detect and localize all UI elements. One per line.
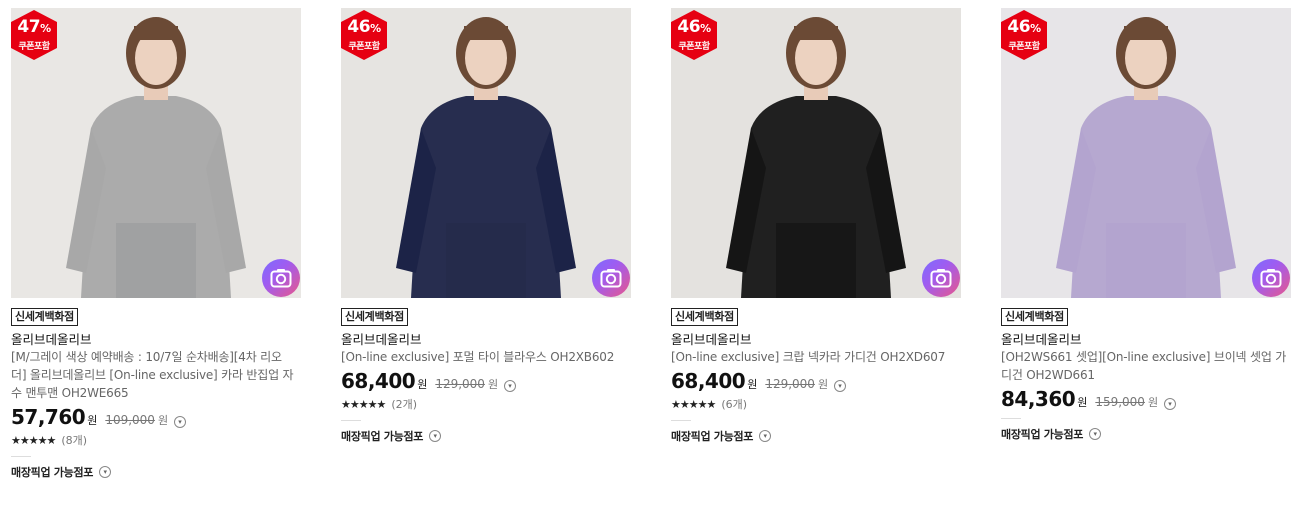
- camera-icon[interactable]: [592, 259, 630, 297]
- chevron-down-icon[interactable]: ▾: [834, 380, 847, 392]
- percent-sign: %: [1030, 22, 1041, 35]
- chevron-down-icon[interactable]: ▾: [1164, 398, 1177, 410]
- camera-icon[interactable]: [1252, 259, 1290, 297]
- product-name[interactable]: [M/그레이 색상 예약배송 : 10/7일 순차배송][4차 리오 더] 올리…: [11, 348, 301, 402]
- discount-badge: 46% 쿠폰포함: [1001, 10, 1047, 60]
- sale-price: 68,400: [341, 369, 416, 393]
- review-count[interactable]: (2개): [391, 396, 417, 412]
- price-row: 68,400 원 129,000 원 ▾: [341, 369, 631, 393]
- product-image[interactable]: 46% 쿠폰포함: [341, 8, 631, 298]
- product-name-line: [On-line exclusive] 크랍 넥카라 가디건 OH2XD607: [671, 350, 946, 364]
- pickup-label: 매장픽업 가능점포: [671, 430, 754, 443]
- coupon-label: 쿠폰포함: [18, 42, 50, 52]
- pickup-label: 매장픽업 가능점포: [11, 466, 94, 479]
- discount-badge: 47% 쿠폰포함: [11, 10, 57, 60]
- product-name-line: 더] 올리브데올리브 [On-line exclusive] 카라 반집업 자: [11, 368, 294, 382]
- rating-row: ★★★★★ (8개): [11, 432, 301, 448]
- currency: 원: [747, 378, 758, 391]
- product-image[interactable]: 46% 쿠폰포함: [671, 8, 961, 298]
- price-row: 84,360 원 159,000 원 ▾: [1001, 387, 1291, 411]
- pickup-label: 매장픽업 가능점포: [1001, 428, 1084, 441]
- discount-badge: 46% 쿠폰포함: [671, 10, 717, 60]
- discount-value: 46: [347, 17, 371, 37]
- brand-name[interactable]: 올리브데올리브: [341, 331, 631, 348]
- price-row: 68,400 원 129,000 원 ▾: [671, 369, 961, 393]
- review-count[interactable]: (6개): [721, 396, 747, 412]
- sale-price: 68,400: [671, 369, 746, 393]
- original-price: 159,000: [1095, 395, 1145, 409]
- divider: [11, 456, 31, 457]
- currency: 원: [157, 414, 169, 427]
- product-name[interactable]: [OH2WS661 셋업][On-line exclusive] 브이넥 셋업 …: [1001, 348, 1291, 384]
- coupon-label: 쿠폰포함: [678, 42, 710, 52]
- percent-sign: %: [40, 22, 51, 35]
- store-pickup[interactable]: 매장픽업 가능점포 ▾: [11, 464, 301, 480]
- product-image[interactable]: 47% 쿠폰포함: [11, 8, 301, 298]
- coupon-label: 쿠폰포함: [1008, 42, 1040, 52]
- currency: 원: [1077, 396, 1088, 409]
- store-badge: 신세계백화점: [341, 308, 408, 326]
- chevron-down-icon[interactable]: ▾: [429, 430, 442, 442]
- product-name-line: [M/그레이 색상 예약배송 : 10/7일 순차배송][4차 리오: [11, 350, 282, 364]
- chevron-down-icon[interactable]: ▾: [759, 430, 772, 442]
- product-card[interactable]: 46% 쿠폰포함 신세계백화점 올리브데올리브 [OH2WS661 셋업][On…: [1001, 8, 1291, 442]
- divider: [341, 420, 361, 421]
- discount-value: 47: [17, 17, 41, 37]
- product-card[interactable]: 47% 쿠폰포함 신세계백화점 올리브데올리브 [M/그레이 색상 예약배송 :…: [11, 8, 301, 480]
- brand-name[interactable]: 올리브데올리브: [1001, 331, 1291, 348]
- price-row: 57,760 원 109,000 원 ▾: [11, 405, 301, 429]
- discount-badge: 46% 쿠폰포함: [341, 10, 387, 60]
- discount-value: 46: [1007, 17, 1031, 37]
- pickup-label: 매장픽업 가능점포: [341, 430, 424, 443]
- review-count[interactable]: (8개): [61, 432, 87, 448]
- discount-value: 46: [677, 17, 701, 37]
- original-price: 109,000: [105, 413, 155, 427]
- currency: 원: [487, 378, 499, 391]
- product-card[interactable]: 46% 쿠폰포함 신세계백화점 올리브데올리브 [On-line exclusi…: [671, 8, 961, 444]
- brand-name[interactable]: 올리브데올리브: [671, 331, 961, 348]
- product-name-line: [On-line exclusive] 포멀 타이 블라우스 OH2XB602: [341, 350, 615, 364]
- rating-row: ★★★★★ (2개): [341, 396, 631, 412]
- brand-name[interactable]: 올리브데올리브: [11, 331, 301, 348]
- percent-sign: %: [700, 22, 711, 35]
- percent-sign: %: [370, 22, 381, 35]
- currency: 원: [817, 378, 829, 391]
- rating-row: ★★★★★ (6개): [671, 396, 961, 412]
- chevron-down-icon[interactable]: ▾: [1089, 428, 1102, 440]
- star-rating: ★★★★★: [671, 397, 716, 411]
- product-card[interactable]: 46% 쿠폰포함 신세계백화점 올리브데올리브 [On-line exclusi…: [341, 8, 631, 444]
- currency: 원: [87, 414, 98, 427]
- divider: [671, 420, 691, 421]
- chevron-down-icon[interactable]: ▾: [174, 416, 187, 428]
- divider: [1001, 418, 1021, 419]
- coupon-label: 쿠폰포함: [348, 42, 380, 52]
- store-pickup[interactable]: 매장픽업 가능점포 ▾: [341, 428, 631, 444]
- star-rating: ★★★★★: [341, 397, 386, 411]
- product-name-line: 디건 OH2WD661: [1001, 368, 1095, 382]
- store-badge: 신세계백화점: [11, 308, 78, 326]
- chevron-down-icon[interactable]: ▾: [504, 380, 517, 392]
- sale-price: 84,360: [1001, 387, 1076, 411]
- chevron-down-icon[interactable]: ▾: [99, 466, 112, 478]
- camera-icon[interactable]: [262, 259, 300, 297]
- store-badge: 신세계백화점: [671, 308, 738, 326]
- store-badge: 신세계백화점: [1001, 308, 1068, 326]
- star-rating: ★★★★★: [11, 433, 56, 447]
- original-price: 129,000: [765, 377, 815, 391]
- product-name-line: [OH2WS661 셋업][On-line exclusive] 브이넥 셋업 …: [1001, 350, 1287, 364]
- original-price: 129,000: [435, 377, 485, 391]
- currency: 원: [417, 378, 428, 391]
- sale-price: 57,760: [11, 405, 86, 429]
- product-image[interactable]: 46% 쿠폰포함: [1001, 8, 1291, 298]
- currency: 원: [1147, 396, 1159, 409]
- product-name[interactable]: [On-line exclusive] 크랍 넥카라 가디건 OH2XD607: [671, 348, 961, 366]
- store-pickup[interactable]: 매장픽업 가능점포 ▾: [1001, 426, 1291, 442]
- product-name-line: 수 맨투맨 OH2WE665: [11, 386, 129, 400]
- store-pickup[interactable]: 매장픽업 가능점포 ▾: [671, 428, 961, 444]
- camera-icon[interactable]: [922, 259, 960, 297]
- product-name[interactable]: [On-line exclusive] 포멀 타이 블라우스 OH2XB602: [341, 348, 631, 366]
